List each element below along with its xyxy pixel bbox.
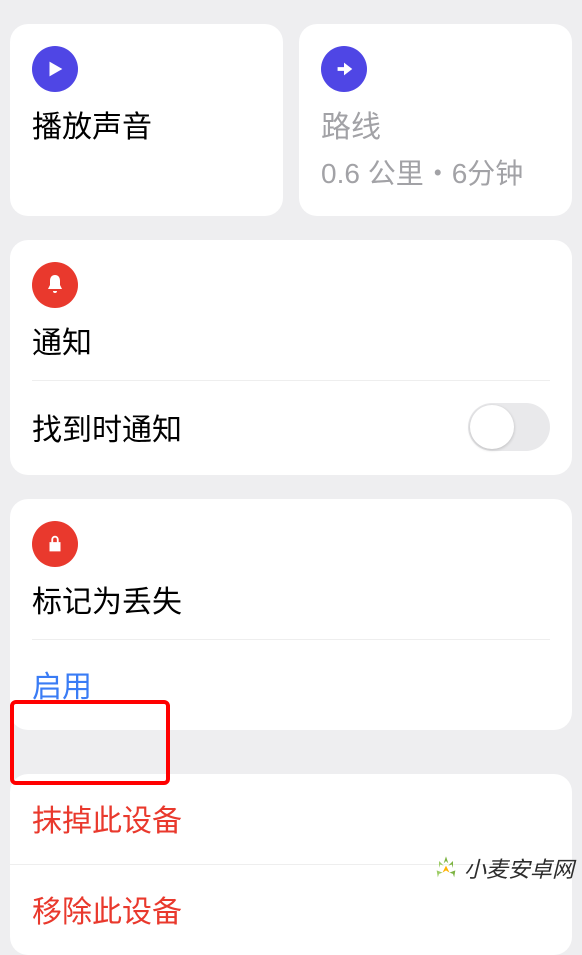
play-icon	[32, 46, 78, 92]
notify-when-found-toggle[interactable]	[468, 403, 550, 451]
watermark: 小麦安卓网	[432, 852, 574, 884]
directions-sub: 0.6 公里・6分钟	[321, 152, 550, 192]
play-sound-card[interactable]: 播放声音	[10, 24, 283, 216]
directions-card[interactable]: 路线 0.6 公里・6分钟	[299, 24, 572, 216]
watermark-text: 小麦安卓网	[464, 852, 574, 884]
lock-icon	[32, 521, 78, 567]
mark-as-lost-title: 标记为丢失	[32, 585, 550, 621]
erase-device-button[interactable]: 抹掉此设备	[10, 774, 572, 864]
play-sound-label: 播放声音	[32, 110, 261, 146]
bell-icon	[32, 262, 78, 308]
notifications-title: 通知	[32, 326, 550, 362]
toggle-knob	[470, 405, 514, 449]
mark-as-lost-card: 标记为丢失 启用	[10, 499, 572, 730]
notify-when-found-row[interactable]: 找到时通知	[32, 380, 550, 475]
watermark-logo-icon	[432, 854, 460, 882]
enable-lost-mode-button[interactable]: 启用	[32, 639, 550, 730]
directions-label: 路线	[321, 110, 550, 146]
directions-icon	[311, 36, 376, 101]
notifications-card: 通知 找到时通知	[10, 240, 572, 475]
notify-when-found-label: 找到时通知	[32, 405, 182, 449]
